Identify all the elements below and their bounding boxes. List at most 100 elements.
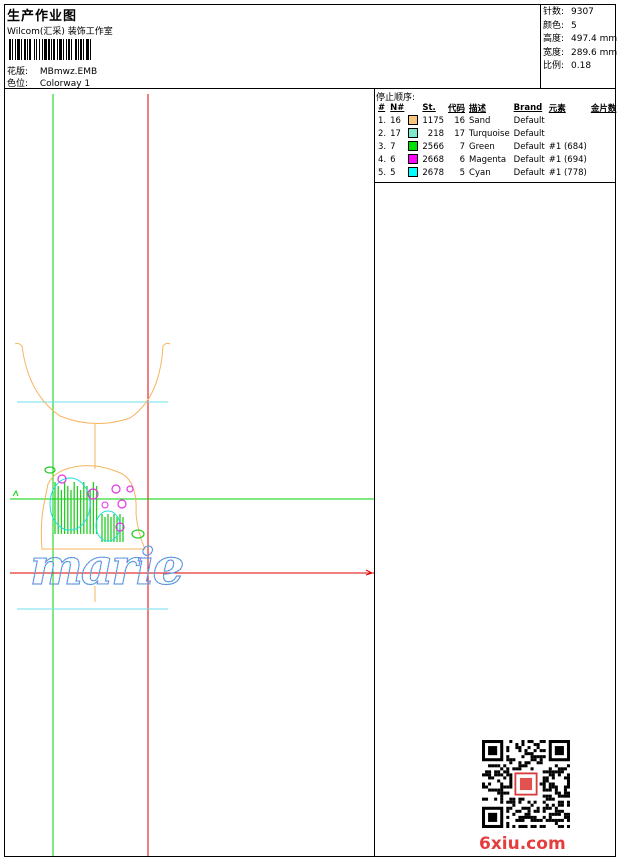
cactus-motif <box>44 466 145 542</box>
qr-module <box>548 818 552 822</box>
qr-module <box>557 824 561 828</box>
barcode-bar <box>27 39 28 60</box>
qr-module <box>545 797 549 801</box>
qr-module <box>518 809 522 813</box>
qr-module <box>491 764 495 768</box>
barcode-bar <box>44 39 47 60</box>
row-code: 17 <box>454 128 466 139</box>
qr-module <box>533 749 537 753</box>
qr-module <box>554 806 558 810</box>
qr-module <box>497 779 501 783</box>
qr-module <box>506 785 510 789</box>
qr-module <box>500 794 504 798</box>
qr-module <box>551 782 555 786</box>
table-row: 4. 6 2668 6 Magenta Default #1 (694) <box>376 153 618 166</box>
col-stitches: St. <box>422 103 436 113</box>
qr-module <box>527 740 531 744</box>
qr-module <box>506 755 510 759</box>
qr-module <box>503 785 507 789</box>
qr-module <box>527 761 531 765</box>
qr-module <box>509 758 513 762</box>
qr-module <box>521 743 525 747</box>
qr-module <box>566 782 570 786</box>
barcode-bar <box>21 39 22 60</box>
qr-module <box>557 809 561 813</box>
qr-module <box>545 779 549 783</box>
row-description: Turquoise <box>469 128 510 139</box>
stat-row: 高度: 497.4 mm <box>543 34 618 44</box>
qr-module <box>563 767 567 771</box>
qr-module <box>518 767 522 771</box>
qr-module <box>533 743 537 747</box>
qr-module <box>539 749 543 753</box>
barcode-bar <box>90 39 91 60</box>
barcode-bar <box>39 39 40 60</box>
qr-module <box>551 776 555 780</box>
qr-module <box>500 773 504 777</box>
qr-module <box>563 815 567 819</box>
barcode-bar <box>42 39 43 60</box>
qr-module <box>521 740 525 744</box>
row-brand: Default <box>513 167 545 178</box>
qr-module <box>491 788 495 792</box>
qr-code-graphic <box>482 740 570 828</box>
qr-module <box>560 824 564 828</box>
row-sequins <box>589 114 619 127</box>
barcode-bar <box>78 39 79 60</box>
qr-module <box>542 785 546 789</box>
qr-module <box>554 788 558 792</box>
qr-module <box>494 773 498 777</box>
qr-module <box>542 755 546 759</box>
qr-module <box>485 773 489 777</box>
qr-module <box>560 800 564 804</box>
qr-module <box>566 779 570 783</box>
row-element: #1 (684) <box>548 141 587 152</box>
qr-module <box>542 806 546 810</box>
row-index: 1. <box>378 115 387 126</box>
qr-module <box>503 770 507 774</box>
qr-module <box>524 749 528 753</box>
script-text-fill: marie <box>30 537 183 596</box>
qr-module <box>494 797 498 801</box>
qr-module <box>557 812 561 816</box>
qr-module <box>524 752 528 756</box>
qr-module <box>488 782 492 786</box>
qr-module <box>551 803 555 807</box>
col-swatch <box>406 102 420 114</box>
qr-module <box>557 770 561 774</box>
qr-module <box>530 752 534 756</box>
row-stitches: 2678 <box>422 167 445 178</box>
header-divider <box>5 88 615 89</box>
row-element: #1 (694) <box>548 154 587 165</box>
qr-module <box>551 770 555 774</box>
row-sequins <box>589 127 619 140</box>
qr-module <box>533 818 537 822</box>
row-brand: Default <box>513 141 545 152</box>
qr-module <box>566 818 570 822</box>
barcode-bar <box>24 39 26 60</box>
qr-module <box>557 767 561 771</box>
qr-module <box>539 740 543 744</box>
qr-module <box>524 824 528 828</box>
row-element <box>547 114 589 127</box>
qr-module <box>521 824 525 828</box>
row-n: 5 <box>390 167 396 178</box>
qr-module <box>530 758 534 762</box>
col-description: 描述 <box>469 104 487 114</box>
barcode-bar <box>29 39 31 60</box>
qr-module <box>554 821 558 825</box>
qr-module <box>488 770 492 774</box>
barcode-bar <box>36 39 37 60</box>
qr-module <box>506 800 510 804</box>
qr-module <box>542 824 546 828</box>
qr-module <box>542 800 546 804</box>
row-brand: Default <box>513 128 545 139</box>
qr-module <box>527 809 531 813</box>
qr-module <box>500 797 504 801</box>
qr-module <box>512 797 516 801</box>
qr-module <box>566 824 570 828</box>
qr-module <box>545 818 549 822</box>
qr-module <box>551 785 555 789</box>
row-element <box>547 127 589 140</box>
row-code: 6 <box>459 154 466 165</box>
